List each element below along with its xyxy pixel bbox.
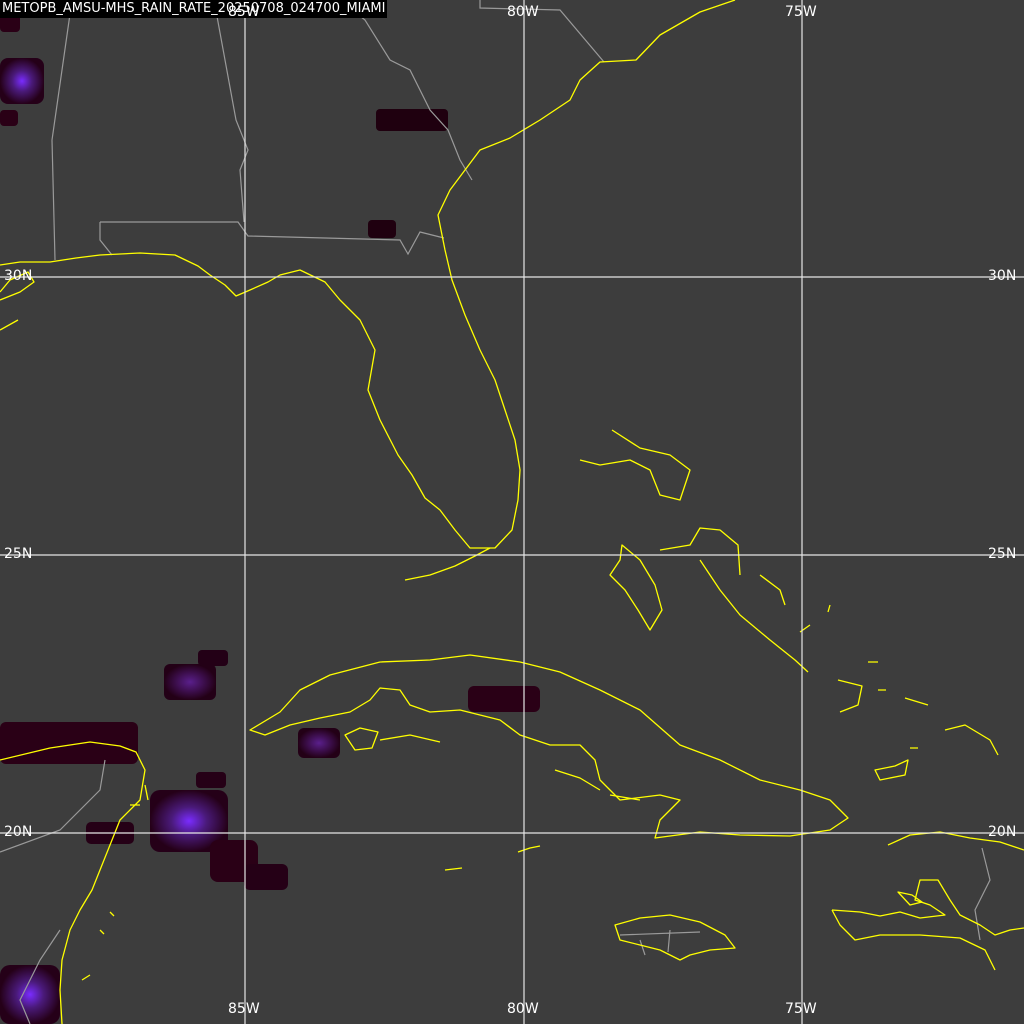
latitude-label-right: 30N bbox=[988, 268, 1017, 284]
jamaica bbox=[614, 914, 736, 961]
state-country-borders bbox=[0, 0, 991, 1024]
belize-cays bbox=[81, 911, 115, 981]
us-east-coast bbox=[0, 0, 736, 549]
latitude-label-left: 20N bbox=[4, 824, 33, 840]
cuba-south-cays bbox=[379, 734, 641, 801]
longitude-label-top: 80W bbox=[507, 4, 539, 20]
hispaniola bbox=[831, 831, 1024, 971]
longitude-label-top: 75W bbox=[785, 4, 817, 20]
rain-cell bbox=[196, 772, 226, 788]
isle-of-youth bbox=[344, 727, 379, 751]
cayman bbox=[444, 845, 541, 871]
product-title: METOPB_AMSU-MHS_RAIN_RATE_20250708_02470… bbox=[0, 0, 388, 18]
rain-cell bbox=[0, 110, 18, 126]
longitude-label-bottom: 80W bbox=[507, 1001, 539, 1017]
rain-cell bbox=[0, 965, 60, 1024]
rain-cell bbox=[198, 650, 228, 666]
rain-cell bbox=[298, 728, 340, 758]
latitude-label-left: 30N bbox=[4, 268, 33, 284]
bahamas-andros bbox=[609, 544, 663, 631]
graticule bbox=[0, 0, 1024, 1024]
bahamas-abaco bbox=[579, 429, 691, 501]
rain-cell bbox=[376, 109, 448, 131]
coastline bbox=[0, 0, 1024, 1024]
rain-cell bbox=[0, 58, 44, 104]
rain-cell bbox=[368, 220, 396, 238]
rain-cell bbox=[468, 686, 540, 712]
rain-cell bbox=[0, 722, 138, 764]
latitude-label-right: 20N bbox=[988, 824, 1017, 840]
map-canvas bbox=[0, 0, 1024, 1024]
longitude-label-top: 85W bbox=[228, 4, 260, 20]
latitude-label-left: 25N bbox=[4, 546, 33, 562]
rain-rate-cells bbox=[0, 14, 540, 1024]
bahamas-eleuthera bbox=[659, 527, 809, 673]
turks-caicos bbox=[874, 747, 918, 781]
latitude-label-right: 25N bbox=[988, 546, 1017, 562]
bahamas-islands bbox=[759, 574, 999, 756]
rain-cell bbox=[164, 664, 216, 700]
rain-cell bbox=[244, 864, 288, 890]
longitude-label-bottom: 75W bbox=[785, 1001, 817, 1017]
longitude-label-bottom: 85W bbox=[228, 1001, 260, 1017]
gonave-island bbox=[897, 891, 923, 906]
florida-keys bbox=[404, 547, 491, 581]
